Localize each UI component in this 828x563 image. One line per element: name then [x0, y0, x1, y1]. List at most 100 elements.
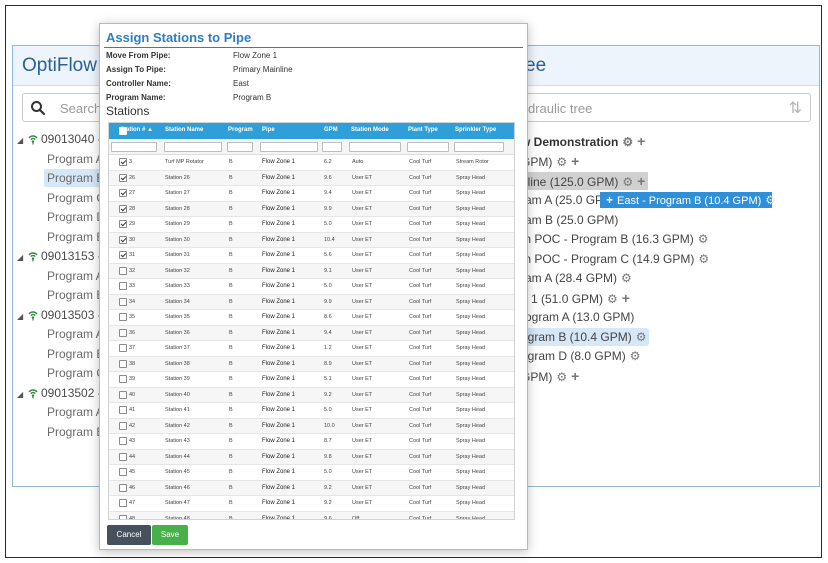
station-checkbox[interactable] [119, 375, 127, 383]
station-row[interactable]: 39 Station 39 B Flow Zone 1 5.1 User ET Cool T… [109, 372, 514, 388]
station-row[interactable]: 3 Turf MP Rotator B Flow Zone 1 6.2 Auto Cool … [109, 155, 514, 171]
station-checkbox[interactable] [119, 297, 127, 306]
gear-icon[interactable]: ⚙ [621, 269, 632, 287]
station-checkbox[interactable] [119, 483, 127, 492]
filter-plant-type[interactable] [407, 142, 449, 152]
drag-preview-tag[interactable]: + East - Program B (10.4 GPM) ⚙ [600, 192, 776, 208]
station-row[interactable]: 41 Station 41 B Flow Zone 1 5.0 User ET Cool T… [109, 403, 514, 419]
program-node[interactable]: Program D [47, 208, 105, 226]
col-station-name[interactable]: Station Name [165, 127, 203, 133]
plus-icon[interactable]: + [622, 289, 630, 307]
program-node[interactable]: Program B [47, 423, 104, 441]
controller-node[interactable]: ◢ 09013153 - [17, 247, 102, 265]
station-row[interactable]: 34 Station 34 B Flow Zone 1 9.9 User ET Cool T… [109, 294, 514, 310]
hydraulic-node[interactable]: ogram D (8.0 GPM) ⚙ [521, 347, 640, 365]
station-checkbox[interactable] [119, 390, 127, 399]
hydraulic-node[interactable]: e 1 (51.0 GPM) ⚙ + [521, 289, 630, 307]
station-checkbox[interactable] [119, 421, 127, 430]
filter-station-number[interactable] [111, 142, 157, 152]
station-row[interactable]: 40 Station 40 B Flow Zone 1 9.2 User ET Cool T… [109, 387, 514, 403]
station-checkbox[interactable] [119, 220, 127, 228]
station-row[interactable]: 47 Station 47 B Flow Zone 1 9.2 User ET Cool T… [109, 496, 514, 512]
station-checkbox[interactable] [119, 359, 127, 368]
filter-station-name[interactable] [164, 142, 222, 152]
station-row[interactable]: 28 Station 28 B Flow Zone 1 9.9 User ET Cool T… [109, 201, 514, 217]
station-row[interactable]: 42 Station 42 B Flow Zone 1 10.0 User ET Cool … [109, 418, 514, 434]
station-row[interactable]: 43 Station 43 B Flow Zone 1 8.7 User ET Cool T… [109, 434, 514, 450]
program-node[interactable]: Program B [44, 169, 108, 187]
filter-pipe[interactable] [260, 142, 318, 152]
station-checkbox[interactable] [119, 173, 127, 182]
program-node[interactable]: Program B [47, 286, 104, 304]
gear-icon[interactable]: ⚙ [622, 133, 633, 151]
gear-icon[interactable]: ⚙ [556, 153, 567, 171]
plus-icon[interactable]: + [571, 367, 579, 385]
station-checkbox[interactable] [119, 437, 127, 445]
controller-node[interactable]: ◢ 09013502 - [17, 384, 102, 402]
program-node[interactable]: Program C [47, 189, 105, 207]
save-button[interactable]: Save [152, 525, 188, 545]
station-checkbox[interactable] [119, 158, 127, 166]
plus-icon[interactable]: + [571, 152, 579, 170]
hydraulic-node[interactable]: ram A (25.0 GP [521, 191, 603, 209]
hydraulic-tree-search-box[interactable]: draulic tree ⇅ [509, 93, 811, 122]
gear-icon[interactable]: ⚙ [556, 368, 567, 386]
controller-node[interactable]: ◢ 09013503 - [17, 306, 102, 324]
hydraulic-node[interactable]: GPM) ⚙ + [521, 367, 579, 385]
station-row[interactable]: 26 Station 26 B Flow Zone 1 9.6 User ET Cool T… [109, 170, 514, 186]
hydraulic-node[interactable]: w Demonstration ⚙ + [521, 132, 645, 150]
col-station-mode[interactable]: Station Mode [351, 127, 389, 133]
plus-icon[interactable]: + [637, 132, 645, 150]
hydraulic-node[interactable]: ram A (28.4 GPM) ⚙ [521, 269, 632, 287]
cancel-button[interactable]: Cancel [107, 525, 151, 545]
station-row[interactable]: 46 Station 46 B Flow Zone 1 9.2 User ET Cool T… [109, 480, 514, 496]
station-checkbox[interactable] [119, 468, 127, 476]
hydraulic-node[interactable]: nline (125.0 GPM) ⚙ + [518, 172, 649, 191]
station-checkbox[interactable] [119, 313, 127, 321]
station-checkbox[interactable] [119, 499, 127, 507]
station-checkbox[interactable] [119, 251, 127, 259]
col-program[interactable]: Program [228, 127, 253, 133]
col-plant-type[interactable]: Plant Type [408, 127, 438, 133]
station-checkbox[interactable] [119, 514, 127, 519]
program-node[interactable]: Program A [47, 267, 104, 285]
station-row[interactable]: 45 Station 45 B Flow Zone 1 5.0 User ET Cool T… [109, 465, 514, 481]
gear-icon[interactable]: ⚙ [698, 230, 709, 248]
caret-down-icon[interactable]: ◢ [17, 386, 27, 404]
caret-down-icon[interactable]: ◢ [17, 308, 27, 326]
col-gpm[interactable]: GPM [324, 127, 338, 133]
station-row[interactable]: 35 Station 35 B Flow Zone 1 8.6 User ET Cool T… [109, 310, 514, 326]
station-row[interactable]: 38 Station 38 B Flow Zone 1 8.9 User ET Cool T… [109, 356, 514, 372]
caret-down-icon[interactable]: ◢ [17, 132, 27, 150]
station-row[interactable]: 29 Station 29 B Flow Zone 1 5.0 User ET Cool T… [109, 217, 514, 233]
hydraulic-node[interactable]: ram B (25.0 GPM) [521, 211, 618, 229]
gear-icon[interactable]: ⚙ [622, 173, 633, 191]
station-checkbox[interactable] [119, 266, 127, 275]
gear-icon[interactable]: ⚙ [630, 347, 641, 365]
station-checkbox[interactable] [119, 344, 127, 352]
station-checkbox[interactable] [119, 204, 127, 213]
program-node[interactable]: Program E [47, 228, 104, 246]
filter-station-mode[interactable] [349, 142, 401, 152]
hydraulic-node[interactable]: th POC - Program C (14.9 GPM) ⚙ [521, 250, 709, 268]
station-checkbox[interactable] [119, 235, 127, 244]
station-row[interactable]: 33 Station 33 B Flow Zone 1 5.0 User ET Cool T… [109, 279, 514, 295]
station-row[interactable]: 36 Station 36 B Flow Zone 1 9.4 User ET Cool T… [109, 325, 514, 341]
sort-arrows-icon[interactable]: ⇅ [789, 98, 802, 118]
gear-icon[interactable]: ⚙ [636, 328, 647, 346]
program-node[interactable]: Program A [47, 403, 104, 421]
station-checkbox[interactable] [119, 189, 127, 197]
station-row[interactable]: 32 Station 32 B Flow Zone 1 9.1 User ET Cool T… [109, 263, 514, 279]
filter-program[interactable] [227, 142, 253, 152]
program-node[interactable]: Program B [47, 345, 104, 363]
station-checkbox[interactable] [119, 282, 127, 290]
station-checkbox[interactable] [119, 452, 127, 461]
controller-node[interactable]: ◢ 09013040 - [17, 130, 102, 148]
filter-gpm[interactable] [322, 142, 342, 152]
program-node[interactable]: Program A [47, 325, 104, 343]
filter-sprinkler-type[interactable] [454, 142, 504, 152]
hydraulic-node[interactable]: GPM) ⚙ + [521, 152, 579, 170]
station-checkbox[interactable] [119, 328, 127, 337]
station-row[interactable]: 48 Station 48 B Flow Zone 1 9.6 Off Cool Turf S… [109, 511, 514, 519]
hydraulic-node[interactable]: th POC - Program B (16.3 GPM) ⚙ [521, 230, 708, 248]
